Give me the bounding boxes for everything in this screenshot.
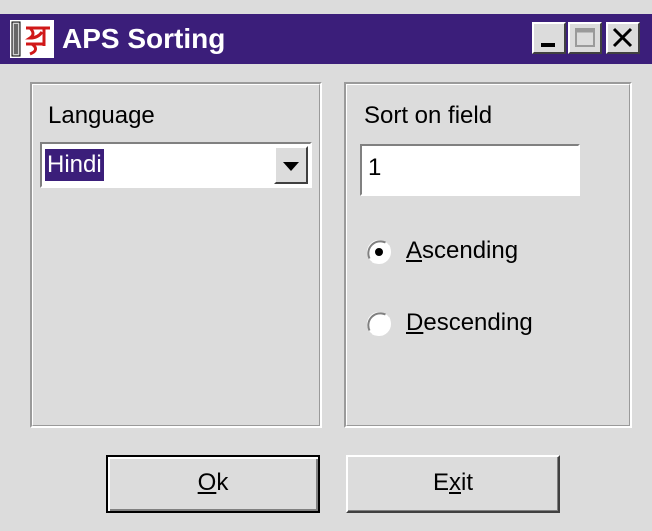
- language-combobox[interactable]: Hindi: [40, 142, 312, 188]
- language-group: Language Hindi: [30, 82, 322, 428]
- sort-group: Sort on field 1 Ascending Descending: [344, 82, 632, 428]
- ok-rest: k: [216, 469, 229, 496]
- maximize-button[interactable]: [568, 22, 602, 54]
- descending-accel: D: [406, 309, 424, 336]
- ascending-radio[interactable]: Ascending: [366, 236, 566, 268]
- radio-selected-icon: [367, 240, 391, 264]
- aps-app-icon: [10, 20, 54, 58]
- ok-accel: O: [197, 469, 217, 496]
- descending-label: Descending: [406, 308, 533, 338]
- exit-before: E: [432, 469, 449, 496]
- chevron-down-icon: [283, 162, 299, 171]
- title-bar[interactable]: APS Sorting: [0, 14, 652, 64]
- ascending-label: Ascending: [406, 236, 518, 266]
- descending-rest: escending: [423, 309, 533, 336]
- language-label: Language: [48, 102, 155, 129]
- ascending-accel: A: [406, 237, 423, 264]
- ok-button[interactable]: Ok: [106, 455, 320, 513]
- language-group-frame: [32, 84, 320, 426]
- exit-accel: x: [449, 469, 461, 496]
- radio-unselected-icon: [367, 312, 391, 336]
- aps-sorting-window: APS Sorting Language Hindi Sort on field…: [0, 0, 652, 531]
- exit-rest: it: [461, 469, 473, 496]
- close-icon: [612, 27, 633, 48]
- exit-button[interactable]: Exit: [346, 455, 560, 513]
- minimize-icon: [541, 43, 555, 47]
- minimize-button[interactable]: [532, 22, 566, 54]
- language-dropdown-button[interactable]: [274, 146, 308, 184]
- language-selected-value: Hindi: [45, 149, 104, 181]
- maximize-icon: [575, 28, 595, 47]
- descending-radio[interactable]: Descending: [366, 308, 566, 340]
- window-title: APS Sorting: [62, 23, 226, 54]
- ascending-rest: scending: [422, 237, 519, 264]
- sort-field-label: Sort on field: [364, 102, 493, 129]
- sort-field-value: 1: [368, 154, 382, 181]
- sort-field-input[interactable]: 1: [360, 144, 580, 196]
- close-button[interactable]: [606, 22, 640, 54]
